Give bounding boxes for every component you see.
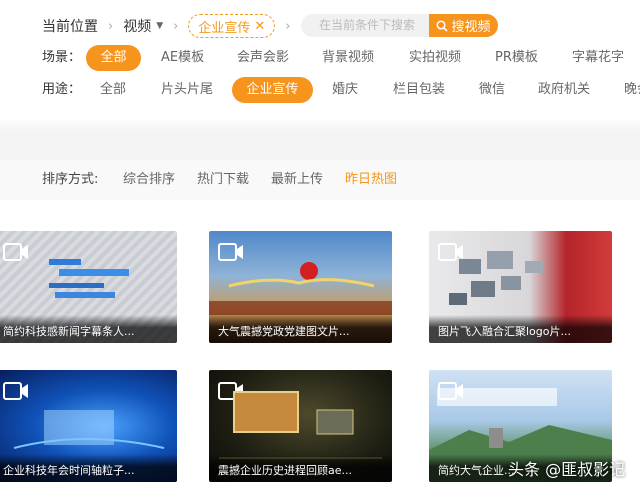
card-title: 简约科技感新闻字幕条人... xyxy=(0,315,177,343)
usage-option-government[interactable]: 政府机关 xyxy=(538,77,590,103)
card-title: 震撼企业历史进程回顾ae... xyxy=(209,454,392,482)
usage-option-wedding[interactable]: 婚庆 xyxy=(332,77,358,103)
sort-option-popular[interactable]: 热门下载 xyxy=(197,160,249,200)
usage-label: 用途： xyxy=(42,82,82,97)
breadcrumb-root: 当前位置 xyxy=(42,19,98,35)
usage-filter-row: 用途： 全部 片头片尾 企业宣传 婚庆 栏目包装 微信 政府机关 晚会 xyxy=(0,77,640,103)
search-button-label: 搜视频 xyxy=(451,20,491,35)
scene-filter-row: 场景： 全部 AE模板 会声会影 背景视频 实拍视频 PR模板 字幕花字 xyxy=(0,45,640,71)
search-icon xyxy=(436,19,449,32)
usage-option-gala[interactable]: 晚会 xyxy=(624,77,640,103)
sort-option-default[interactable]: 综合排序 xyxy=(123,160,175,200)
scene-option-pr[interactable]: PR模板 xyxy=(495,45,538,71)
search-input[interactable]: 在当前条件下搜索 xyxy=(301,14,429,37)
sort-label: 排序方式: xyxy=(42,172,99,187)
watermark: 头条 @匪叔影记 xyxy=(508,460,626,479)
spacer-band xyxy=(0,130,640,160)
video-card[interactable]: 图片飞入融合汇聚logo片... xyxy=(429,231,612,343)
usage-option-intro[interactable]: 片头片尾 xyxy=(161,77,213,103)
scene-option-huisheng[interactable]: 会声会影 xyxy=(237,45,289,71)
scene-option-ae[interactable]: AE模板 xyxy=(161,45,204,71)
search-bar: 在当前条件下搜索 搜视频 xyxy=(301,14,498,37)
video-card[interactable]: 震撼企业历史进程回顾ae... xyxy=(209,370,392,482)
card-title: 大气震撼党政党建图文片... xyxy=(209,315,392,343)
search-button[interactable]: 搜视频 xyxy=(429,14,498,37)
active-filter-label: 企业宣传 xyxy=(198,20,251,36)
usage-option-column[interactable]: 栏目包装 xyxy=(393,77,445,103)
chevron-right-icon: › xyxy=(173,18,179,34)
page: 当前位置 › 视频 ▼ › 企业宣传 ✕ › 在当前条件下搜索 搜视频 场景： … xyxy=(0,0,640,493)
scene-option-all[interactable]: 全部 xyxy=(86,45,141,71)
caret-down-icon: ▼ xyxy=(156,21,164,31)
active-filter-tag[interactable]: 企业宣传 ✕ xyxy=(188,14,276,38)
close-icon[interactable]: ✕ xyxy=(254,19,265,34)
card-1-artwork xyxy=(49,259,129,298)
category-label: 视频 xyxy=(123,19,152,35)
chevron-right-icon: › xyxy=(108,18,114,34)
sort-option-yesterday-hot[interactable]: 昨日热图 xyxy=(345,160,397,200)
video-card[interactable]: 大气震撼党政党建图文片... xyxy=(209,231,392,343)
video-card[interactable]: 企业科技年会时间轴粒子... xyxy=(0,370,177,482)
chevron-right-icon: › xyxy=(285,18,291,34)
scene-option-live[interactable]: 实拍视频 xyxy=(409,45,461,71)
sort-bar: 排序方式: 综合排序 热门下载 最新上传 昨日热图 xyxy=(0,160,640,200)
scene-option-background[interactable]: 背景视频 xyxy=(322,45,374,71)
scene-option-subtitle[interactable]: 字幕花字 xyxy=(572,45,624,71)
card-title: 图片飞入融合汇聚logo片... xyxy=(429,315,612,343)
usage-option-corporate[interactable]: 企业宣传 xyxy=(232,77,313,103)
usage-option-all[interactable]: 全部 xyxy=(100,77,126,103)
category-dropdown[interactable]: 视频 ▼ xyxy=(123,16,163,36)
card-title: 企业科技年会时间轴粒子... xyxy=(0,454,177,482)
video-card[interactable]: 简约科技感新闻字幕条人... xyxy=(0,231,177,343)
usage-option-wechat[interactable]: 微信 xyxy=(479,77,505,103)
video-icon xyxy=(3,243,28,261)
breadcrumb: 当前位置 › 视频 ▼ › 企业宣传 ✕ › xyxy=(42,13,300,39)
scene-label: 场景： xyxy=(42,50,82,65)
sort-option-latest[interactable]: 最新上传 xyxy=(271,160,323,200)
